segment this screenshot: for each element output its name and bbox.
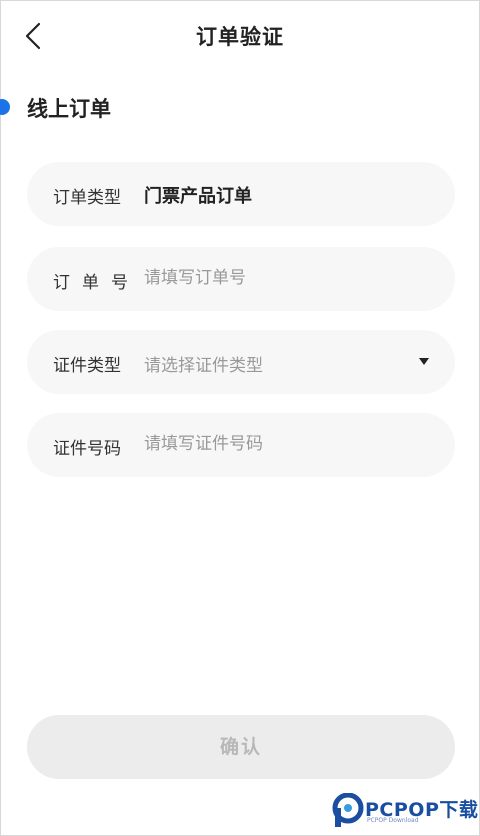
page-title: 订单验证 bbox=[196, 25, 284, 49]
order-number-field: 订单号 bbox=[27, 247, 455, 311]
order-number-input[interactable] bbox=[144, 261, 414, 295]
id-number-field: 证件号码 bbox=[27, 413, 455, 477]
pcpop-logo-icon bbox=[332, 793, 364, 827]
id-number-label: 证件号码 bbox=[53, 439, 121, 459]
confirm-button[interactable]: 确认 bbox=[27, 715, 455, 779]
id-type-select[interactable]: 证件类型 请选择证件类型 bbox=[27, 330, 455, 394]
top-bar: 订单验证 bbox=[1, 1, 479, 71]
caret-down-icon bbox=[419, 358, 429, 365]
watermark-subtitle: PCPOP Download bbox=[367, 817, 419, 824]
id-type-label: 证件类型 bbox=[53, 356, 121, 376]
order-type-value: 门票产品订单 bbox=[144, 186, 252, 207]
section-marker-dot bbox=[0, 99, 10, 115]
order-number-label: 订单号 bbox=[53, 273, 140, 293]
order-type-field: 订单类型 门票产品订单 bbox=[27, 162, 455, 226]
watermark: PCPOP下载 PCPOP Download bbox=[331, 791, 478, 831]
order-type-label: 订单类型 bbox=[53, 188, 121, 208]
id-number-input[interactable] bbox=[144, 427, 414, 461]
id-type-placeholder: 请选择证件类型 bbox=[144, 356, 263, 376]
section-title: 线上订单 bbox=[27, 97, 111, 121]
